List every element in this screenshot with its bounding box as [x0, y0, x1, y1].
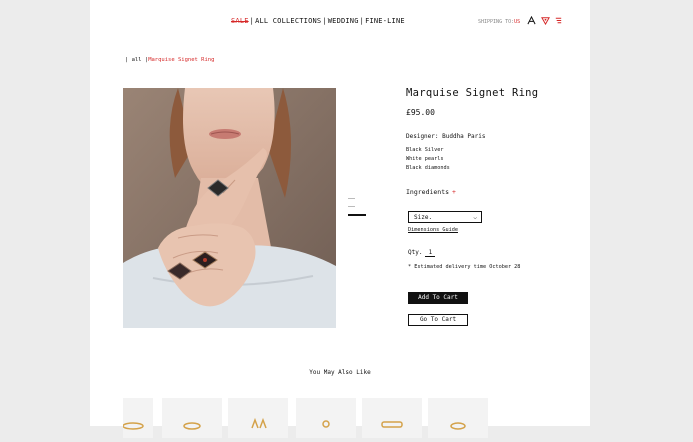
dimensions-guide-link[interactable]: Dimensions Guide [408, 227, 458, 233]
breadcrumb-current: Marquise Signet Ring [148, 57, 215, 63]
gallery-thumb-active[interactable] [348, 214, 366, 216]
recommendation-card[interactable] [362, 398, 422, 438]
ingredients-label: Ingredients [406, 188, 450, 196]
material-item: White pearls [406, 156, 444, 162]
nav-item-wedding[interactable]: WEDDING [328, 17, 359, 25]
product-title: Marquise Signet Ring [406, 87, 539, 99]
ring-image [450, 422, 466, 430]
main-nav: SALE|ALL COLLECTIONS|WEDDING|FINE-LINE [231, 17, 405, 25]
gallery-thumb[interactable] [348, 206, 355, 207]
shipping-label: SHIPPING TO: [478, 19, 515, 25]
shipping-country[interactable]: US [514, 19, 520, 25]
quantity-input[interactable]: 1 [425, 249, 436, 257]
nav-separator: | [322, 17, 327, 25]
recommendation-card[interactable] [162, 398, 222, 438]
add-to-cart-button[interactable]: Add To Cart [408, 292, 468, 304]
nav-item-sale[interactable]: SALE [231, 17, 249, 25]
breadcrumb-separator: | [125, 57, 129, 63]
ring-image [251, 417, 267, 429]
gallery-thumb[interactable] [348, 198, 355, 199]
go-to-cart-button[interactable]: Go To Cart [408, 314, 468, 326]
product-price: £95.00 [406, 108, 435, 117]
material-item: Black Silver [406, 147, 444, 153]
recommendations-heading: You May Also Like [309, 369, 371, 376]
recommendation-card[interactable] [122, 398, 153, 438]
ring-image [381, 421, 403, 428]
ring-image [183, 422, 201, 430]
model-wearing-rings-image [123, 88, 336, 328]
menu-icon[interactable] [554, 16, 563, 25]
delivery-estimate: * Estimated delivery time October 28 [408, 264, 521, 270]
ring-image [122, 422, 144, 430]
gallery-thumbnails [348, 198, 366, 223]
ingredients-toggle[interactable]: Ingredients + [406, 188, 456, 196]
recommendation-card[interactable] [296, 398, 356, 438]
ring-image [322, 420, 330, 428]
account-icon[interactable] [527, 16, 536, 25]
shipping-selector[interactable]: SHIPPING TO:US [478, 19, 520, 25]
quantity-label: Qty. [408, 249, 423, 256]
product-designer: Designer: Buddha Paris [406, 133, 486, 140]
page-content: SALE|ALL COLLECTIONS|WEDDING|FINE-LINE S… [90, 0, 590, 438]
breadcrumb-root[interactable]: all [132, 57, 142, 63]
wishlist-icon[interactable] [541, 16, 550, 25]
chevron-down-icon: ⌵ [473, 214, 477, 221]
material-item: Black diamonds [406, 165, 450, 171]
nav-separator: | [359, 17, 365, 25]
product-image[interactable] [123, 88, 336, 328]
expand-plus-icon[interactable]: + [452, 188, 456, 196]
quantity-field: Qty. 1 [408, 249, 436, 257]
nav-item-fine-line[interactable]: FINE-LINE [365, 17, 405, 25]
recommendation-card[interactable] [428, 398, 488, 438]
nav-item-all-collections[interactable]: ALL COLLECTIONS [255, 17, 321, 25]
size-select-value: Size. [414, 214, 433, 221]
nav-separator: | [249, 17, 255, 25]
breadcrumb: | all |Marquise Signet Ring [125, 57, 214, 63]
size-select[interactable]: Size. ⌵ [408, 211, 482, 223]
recommendation-card[interactable] [228, 398, 288, 438]
